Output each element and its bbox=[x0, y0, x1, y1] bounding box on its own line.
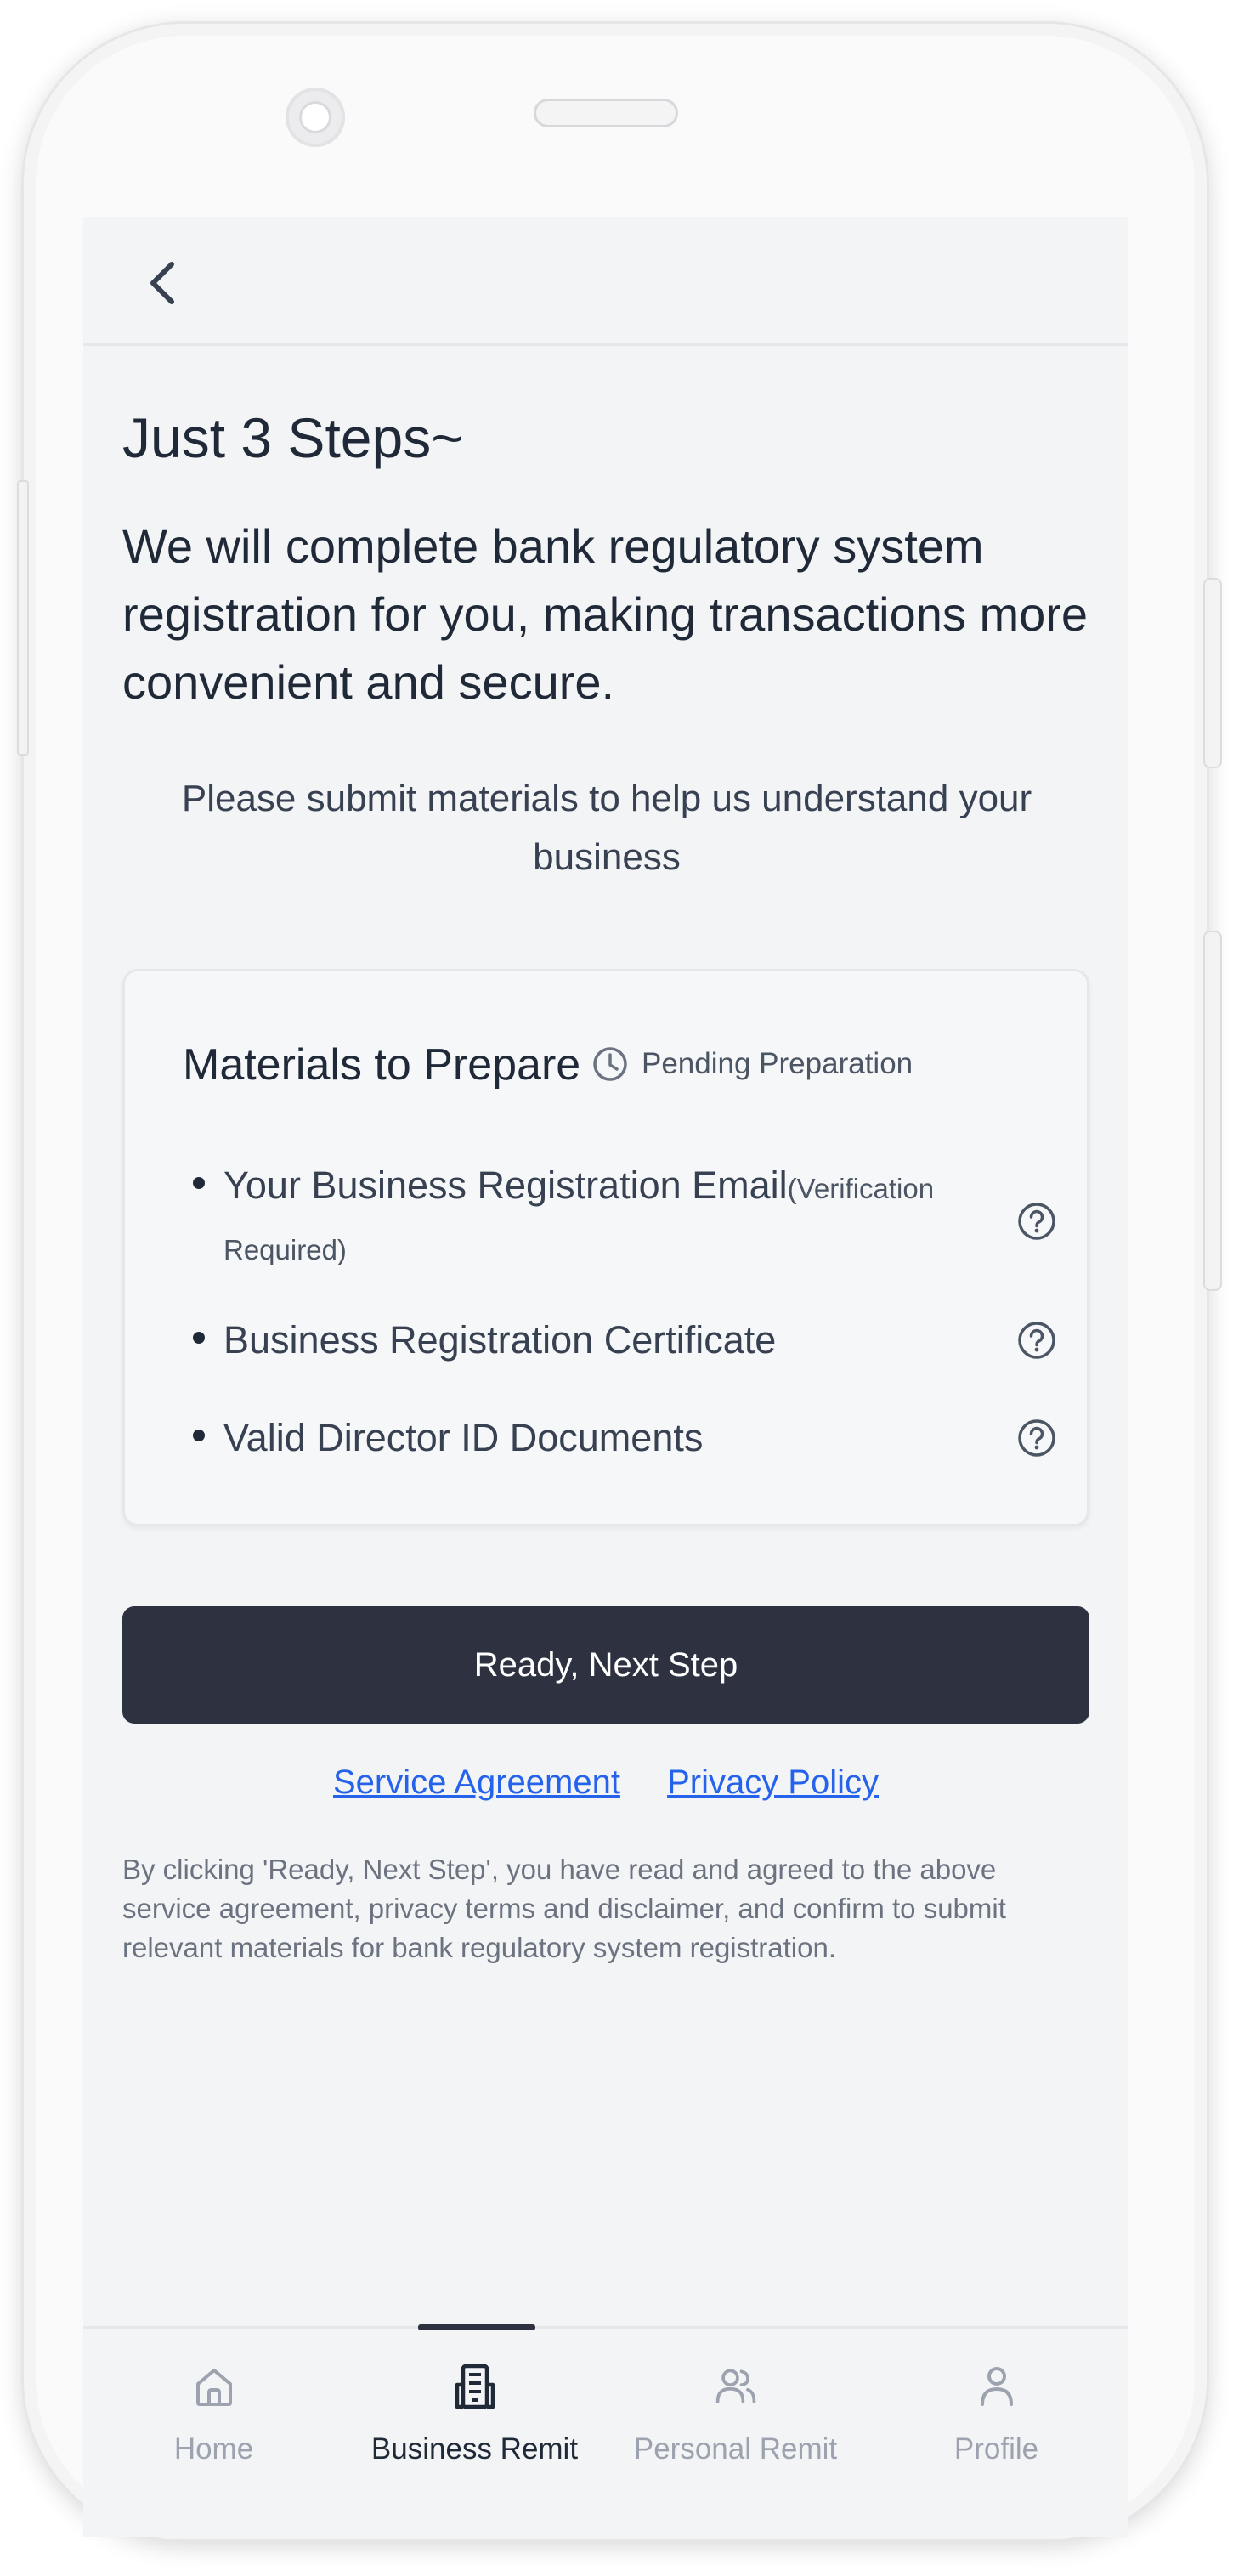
back-button[interactable] bbox=[131, 251, 195, 315]
help-button[interactable] bbox=[1017, 1418, 1056, 1458]
tab-label: Personal Remit bbox=[633, 2432, 838, 2466]
app-screen: Just 3 Steps~ We will complete bank regu… bbox=[83, 217, 1128, 2537]
legal-links: Service Agreement Privacy Policy bbox=[83, 1764, 1128, 1802]
page-subtitle: We will complete bank regulatory system … bbox=[122, 519, 1089, 709]
status-label: Pending Preparation bbox=[642, 1047, 913, 1080]
materials-card: Materials to Prepare Pending Preparation… bbox=[122, 969, 1089, 1526]
material-label-wrap: Your Business Registration Email(Verific… bbox=[223, 1157, 971, 1279]
question-circle-icon bbox=[1018, 1419, 1055, 1457]
status-badge: Pending Preparation bbox=[592, 1046, 913, 1082]
tab-label: Profile bbox=[953, 2432, 1039, 2466]
material-label: Valid Director ID Documents bbox=[223, 1416, 704, 1459]
earpiece-speaker bbox=[534, 99, 678, 127]
top-nav-bar bbox=[83, 217, 1128, 346]
material-item: Your Business Registration Email(Verific… bbox=[193, 1157, 1055, 1284]
material-label: Your Business Registration Email bbox=[223, 1163, 788, 1207]
bullet bbox=[193, 1430, 205, 1441]
side-switch bbox=[17, 480, 29, 756]
privacy-policy-link[interactable]: Privacy Policy bbox=[667, 1764, 879, 1801]
front-camera bbox=[286, 88, 345, 147]
service-agreement-link[interactable]: Service Agreement bbox=[333, 1764, 620, 1801]
volume-button bbox=[1203, 578, 1222, 768]
bottom-tab-bar: Home Business Remit Personal Remit Profi… bbox=[83, 2324, 1128, 2537]
users-icon bbox=[715, 2369, 756, 2403]
disclaimer-text: By clicking 'Ready, Next Step', you have… bbox=[122, 1854, 1006, 1963]
tab-label: Home bbox=[173, 2432, 254, 2466]
power-button bbox=[1203, 931, 1222, 1291]
clock-icon bbox=[593, 1047, 627, 1081]
tab-business-remit[interactable]: Business Remit bbox=[344, 2329, 605, 2499]
building-icon bbox=[455, 2364, 495, 2409]
help-button[interactable] bbox=[1017, 1202, 1056, 1241]
next-step-button[interactable]: Ready, Next Step bbox=[122, 1606, 1089, 1724]
page-title: Just 3 Steps~ bbox=[122, 406, 464, 469]
tab-label: Business Remit bbox=[370, 2432, 579, 2466]
materials-title: Materials to Prepare bbox=[183, 1040, 581, 1090]
question-circle-icon bbox=[1018, 1322, 1055, 1359]
bullet bbox=[193, 1332, 205, 1344]
submission-prompt: Please submit materials to help us under… bbox=[181, 778, 1032, 878]
tab-profile[interactable]: Profile bbox=[866, 2329, 1127, 2499]
help-button[interactable] bbox=[1017, 1321, 1056, 1360]
question-circle-icon bbox=[1018, 1203, 1055, 1240]
home-icon bbox=[196, 2369, 232, 2406]
tab-personal-remit[interactable]: Personal Remit bbox=[605, 2329, 866, 2499]
material-item: Business Registration Certificate bbox=[193, 1311, 1055, 1371]
material-item: Valid Director ID Documents bbox=[193, 1409, 1055, 1469]
bullet bbox=[193, 1177, 205, 1189]
material-label: Business Registration Certificate bbox=[223, 1318, 777, 1362]
chevron-left-icon bbox=[150, 262, 174, 304]
user-icon bbox=[981, 2367, 1013, 2406]
tab-home[interactable]: Home bbox=[83, 2329, 344, 2499]
